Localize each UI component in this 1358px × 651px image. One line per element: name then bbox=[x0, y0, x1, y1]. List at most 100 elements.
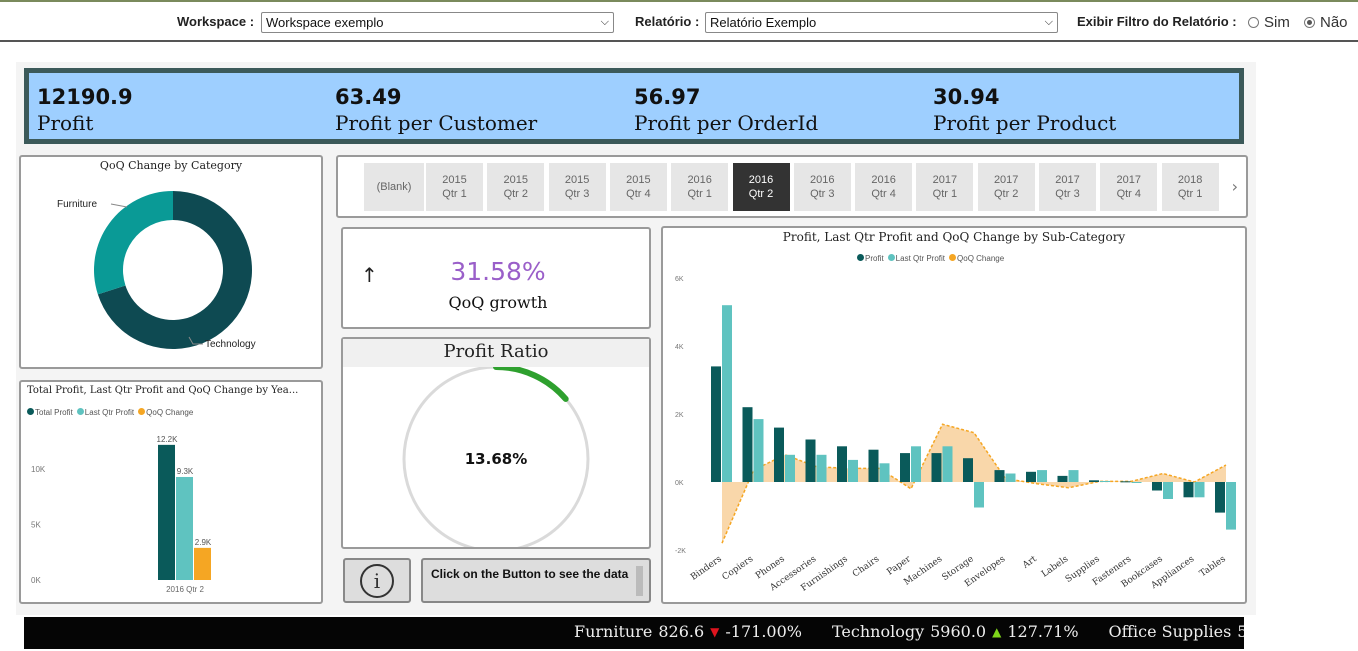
quarter-qtr: Qtr 2 bbox=[748, 188, 774, 200]
quarter-tile[interactable]: 2016 Qtr 2 bbox=[732, 163, 790, 211]
x-tick-label: 2016 Qtr 2 bbox=[166, 585, 204, 594]
quarter-tile[interactable]: 2015 Qtr 4 bbox=[609, 163, 667, 211]
bar bbox=[816, 454, 827, 482]
legend-total-profit: Total Profit bbox=[27, 408, 73, 417]
quarter-qtr: Qtr 4 bbox=[871, 188, 896, 200]
quarter-tile[interactable]: 2016 Qtr 3 bbox=[793, 163, 851, 211]
info-button[interactable]: i bbox=[343, 558, 411, 603]
donut-label-furniture: Furniture bbox=[57, 199, 97, 210]
quarter-tile[interactable]: 2017 Qtr 2 bbox=[977, 163, 1035, 211]
kpi-value: 63.49 bbox=[335, 85, 402, 109]
radio-sim[interactable]: Sim bbox=[1248, 14, 1290, 31]
legend-text: QoQ Change bbox=[957, 254, 1005, 263]
legend-qoq: QoQ Change bbox=[138, 408, 193, 417]
quarter-tile[interactable]: 2018 Qtr 1 bbox=[1161, 163, 1219, 211]
bar bbox=[805, 439, 816, 482]
legend-text: QoQ Change bbox=[146, 408, 194, 417]
scrollbar[interactable] bbox=[636, 566, 643, 596]
ticker-pct: -171.00% bbox=[725, 622, 802, 641]
ticker-item: Technology 5960.0 ▲ 127.71% bbox=[832, 622, 1079, 641]
profit-ratio-title: Profit Ratio bbox=[343, 339, 649, 367]
bar bbox=[785, 454, 795, 482]
quarter-year: 2017 bbox=[1116, 174, 1142, 186]
x-tick-label: Binders bbox=[689, 554, 724, 583]
quarter-tile[interactable]: 2017 Qtr 3 bbox=[1039, 163, 1096, 211]
bar bbox=[158, 444, 175, 580]
ticker-row: Furniture 826.6 ▼ -171.00% Technology 5960.0 ▲… bbox=[574, 622, 1244, 641]
report-select-value: Relatório Exemplo bbox=[710, 15, 817, 30]
qoq-value: 31.58% bbox=[450, 257, 546, 286]
quarter-tile[interactable]: 2017 Qtr 1 bbox=[916, 163, 974, 211]
quarter-qtr: Qtr 4 bbox=[626, 188, 651, 200]
bar bbox=[942, 446, 953, 482]
y-tick-label: 0K bbox=[31, 576, 41, 585]
quarter-qtr: Qtr 3 bbox=[564, 188, 590, 200]
bar bbox=[176, 476, 193, 580]
donut-panel[interactable]: QoQ Change by Category Furniture Technolo… bbox=[19, 155, 323, 369]
quarter-tile[interactable]: (Blank) bbox=[364, 163, 424, 211]
bar bbox=[1120, 481, 1131, 483]
see-data-button[interactable]: Click on the Button to see the data bbox=[421, 558, 651, 603]
legend-dot bbox=[857, 254, 864, 261]
quarter-year: 2015 bbox=[442, 174, 467, 186]
quarter-year: 2015 bbox=[564, 174, 590, 186]
quarter-tile[interactable]: 2016 Qtr 1 bbox=[671, 163, 729, 211]
bar bbox=[711, 366, 721, 482]
legend-text: Total Profit bbox=[35, 408, 73, 417]
ticker-item: Furniture 826.6 ▼ -171.00% bbox=[574, 622, 802, 641]
quarter-qtr: Qtr 1 bbox=[1177, 188, 1203, 200]
radio-sim-label: Sim bbox=[1264, 14, 1290, 31]
donut-leader-line bbox=[110, 203, 128, 208]
x-tick-label: Copiers bbox=[721, 554, 756, 583]
y-tick-label: 10K bbox=[31, 465, 46, 474]
quarter-qtr: Qtr 3 bbox=[810, 188, 835, 200]
ticker-name: Technology bbox=[831, 622, 925, 641]
bar-data-label: 2.9K bbox=[195, 538, 212, 547]
quarter-tile[interactable]: 2015 Qtr 1 bbox=[426, 163, 483, 211]
workspace-select-value: Workspace exemplo bbox=[266, 15, 384, 30]
quarter-qtr: Qtr 1 bbox=[442, 188, 467, 200]
subcategory-panel[interactable]: Profit, Last Qtr Profit and QoQ Change b… bbox=[661, 226, 1247, 604]
kpi-profit-per-product: 30.94 Profit per Product bbox=[933, 85, 1116, 135]
chevron-down-icon: ⌵ bbox=[1044, 16, 1053, 28]
bar bbox=[1068, 470, 1079, 482]
legend-text: Last Qtr Profit bbox=[895, 254, 946, 263]
quarter-qtr: Qtr 2 bbox=[993, 188, 1019, 200]
report-select[interactable]: Relatório Exemplo ⌵ bbox=[705, 12, 1058, 33]
bar bbox=[774, 427, 784, 482]
gauge-fill bbox=[493, 367, 569, 402]
chevron-right-icon[interactable]: › bbox=[1232, 177, 1238, 196]
kpi-label: Profit bbox=[37, 111, 94, 135]
legend-profit: Profit bbox=[857, 254, 884, 263]
workspace-select[interactable]: Workspace exemplo ⌵ bbox=[261, 12, 614, 33]
bar-data-label: 12.2K bbox=[157, 435, 179, 444]
bar bbox=[994, 470, 1005, 482]
bar bbox=[974, 482, 984, 508]
quarter-year: 2016 bbox=[810, 174, 835, 186]
bar bbox=[868, 449, 879, 482]
bar bbox=[963, 458, 973, 482]
bar bbox=[1215, 482, 1225, 513]
profit-ratio-panel[interactable]: Profit Ratio 13.68% bbox=[341, 337, 651, 549]
legend-text: Profit bbox=[865, 254, 884, 263]
ticker-bar: Furniture 826.6 ▼ -171.00% Technology 5960.0 ▲… bbox=[24, 617, 1244, 649]
donut-slice bbox=[93, 191, 173, 295]
y-tick-label: 2K bbox=[675, 412, 684, 419]
ticker-value: 5 bbox=[1237, 622, 1244, 641]
year-bar-panel[interactable]: Total Profit, Last Qtr Profit and QoQ Ch… bbox=[19, 380, 323, 604]
quarter-slicer: (Blank) 2015 Qtr 1 2015 Qtr 2 2015 Qtr 3 2015 Qt… bbox=[336, 155, 1248, 218]
qoq-card[interactable]: ↑ 31.58% QoQ growth bbox=[341, 227, 651, 329]
bar bbox=[1057, 475, 1068, 482]
legend-dot bbox=[887, 254, 895, 261]
kpi-value: 12190.9 bbox=[37, 85, 133, 109]
bar bbox=[1026, 471, 1036, 482]
radio-nao[interactable]: Não bbox=[1304, 14, 1348, 31]
quarter-tile[interactable]: 2015 Qtr 3 bbox=[548, 163, 606, 211]
subcategory-chart: 6K4K2K0K-2KBindersCopiersPhonesAccessori… bbox=[675, 276, 1236, 594]
quarter-tile[interactable]: 2017 Qtr 4 bbox=[1100, 163, 1158, 211]
quarter-tile[interactable]: 2015 Qtr 2 bbox=[487, 163, 545, 211]
arrow-down-icon: ▼ bbox=[710, 624, 720, 639]
legend-last-qtr: Last Qtr Profit bbox=[887, 254, 946, 263]
bar bbox=[1131, 482, 1142, 483]
quarter-tile[interactable]: 2016 Qtr 4 bbox=[855, 163, 913, 211]
